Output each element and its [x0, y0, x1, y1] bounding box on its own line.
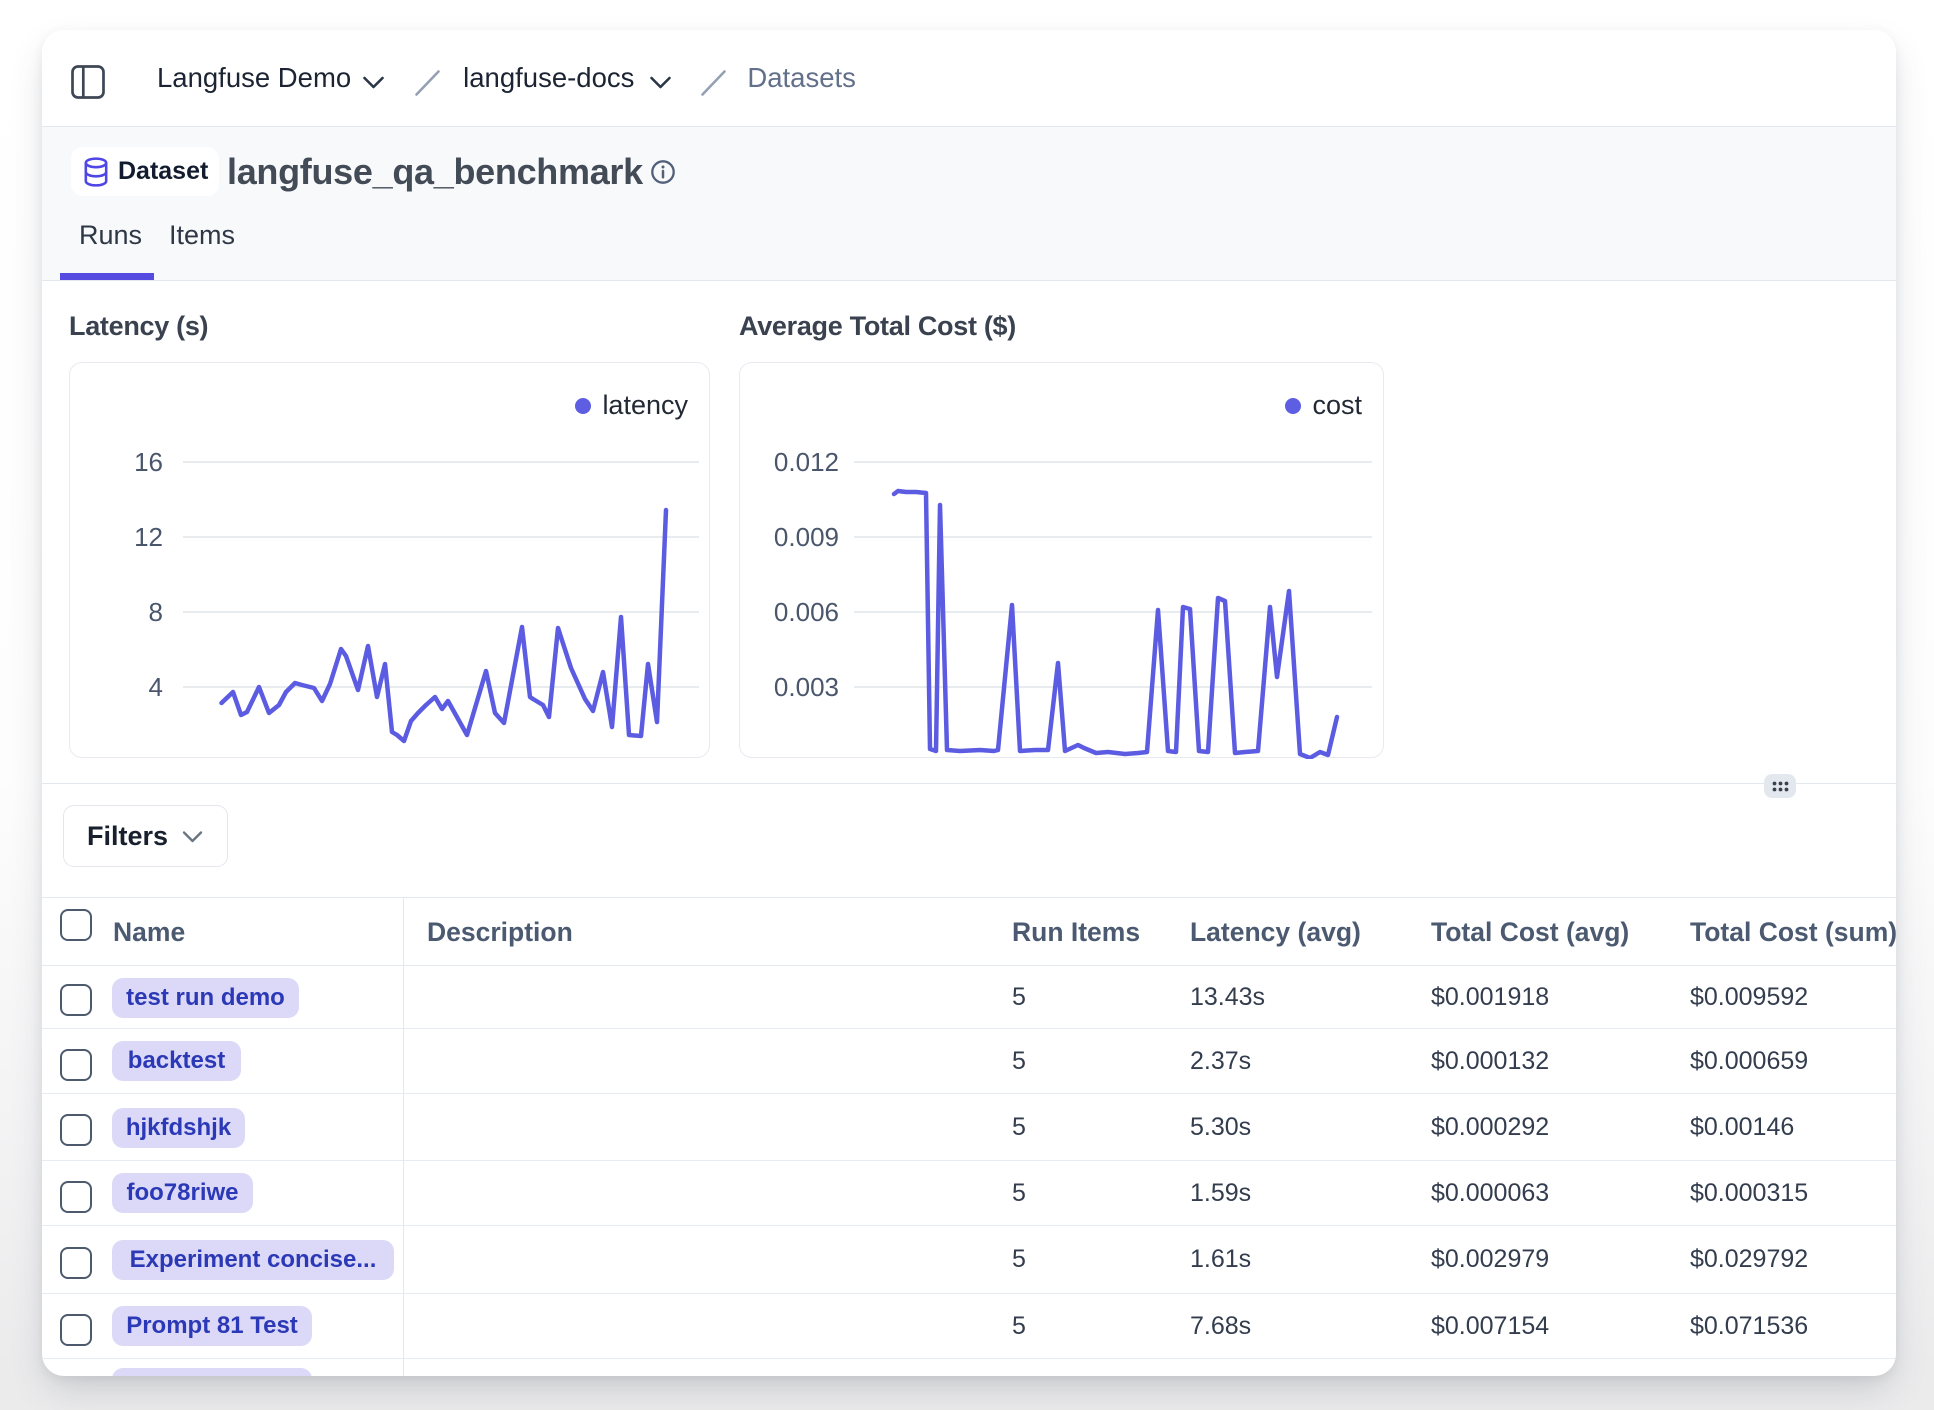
- svg-text:16: 16: [134, 447, 163, 477]
- svg-text:0.003: 0.003: [774, 672, 839, 702]
- svg-text:0.006: 0.006: [774, 597, 839, 627]
- svg-text:4: 4: [149, 672, 163, 702]
- svg-text:12: 12: [134, 522, 163, 552]
- svg-text:0.009: 0.009: [774, 522, 839, 552]
- svg-text:0.012: 0.012: [774, 447, 839, 477]
- svg-text:8: 8: [149, 597, 163, 627]
